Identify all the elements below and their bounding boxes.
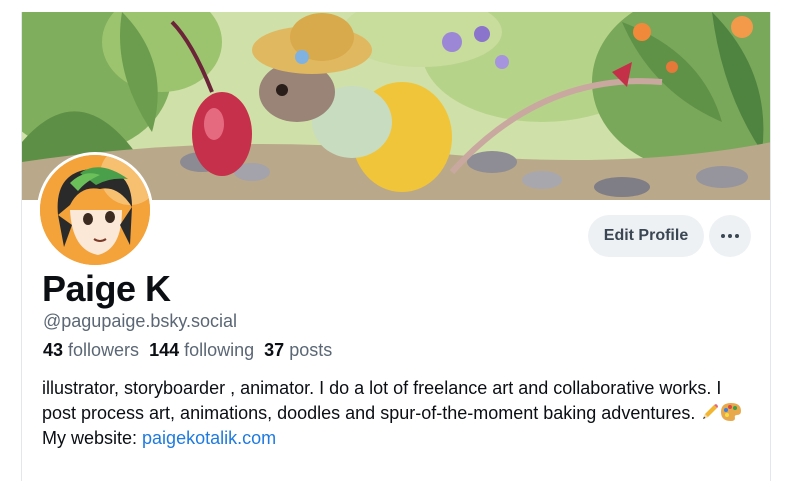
ellipsis-icon (721, 234, 739, 238)
user-handle: @pagupaige.bsky.social (43, 311, 238, 331)
display-name: Paige K (42, 268, 171, 309)
profile-card: Edit Profile Paige K @pagupaige.bsky.soc… (21, 12, 771, 481)
more-options-button[interactable] (709, 215, 751, 257)
palette-icon (721, 403, 742, 421)
profile-bio: illustrator, storyboarder , animator. I … (42, 376, 754, 451)
followers-label: followers (68, 340, 140, 360)
posts-stat: 37 posts (264, 340, 332, 361)
edit-profile-button[interactable]: Edit Profile (588, 215, 704, 257)
avatar[interactable] (37, 152, 153, 268)
followers-count: 43 (43, 340, 64, 360)
following-link[interactable]: 144 following (149, 340, 254, 361)
website-link[interactable]: paigekotalik.com (142, 428, 276, 448)
followers-link[interactable]: 43 followers (43, 340, 139, 361)
pencil-icon (703, 404, 719, 419)
avatar-illustration (40, 155, 150, 265)
following-label: following (184, 340, 255, 360)
bio-text: illustrator, storyboarder , animator. I … (42, 378, 722, 423)
website-prefix: My website: (42, 428, 143, 448)
profile-stats: 43 followers 144 following 37 posts (43, 340, 332, 361)
posts-label: posts (289, 340, 333, 360)
posts-count: 37 (264, 340, 285, 360)
following-count: 144 (149, 340, 180, 360)
